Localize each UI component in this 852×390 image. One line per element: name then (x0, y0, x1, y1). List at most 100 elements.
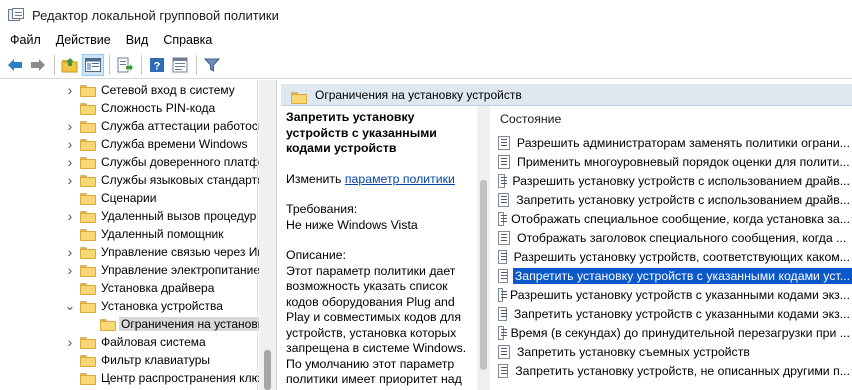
folder-icon (80, 102, 96, 115)
tree-item[interactable]: Удаленный помощник (0, 225, 260, 243)
chevron-right-icon[interactable]: › (64, 209, 76, 223)
policy-setting-icon (498, 306, 507, 321)
tree-item[interactable]: › Служба аттестации работоспособности (0, 117, 270, 135)
menu-help[interactable]: Справка (157, 33, 218, 47)
tree-item-label: Фильтр клавиатуры (101, 353, 210, 367)
edit-policy-link[interactable]: параметр политики (345, 172, 455, 186)
toolbar-separator (54, 54, 55, 75)
policy-row[interactable]: Время (в секундах) до принудительной пер… (492, 323, 852, 342)
tree-item[interactable]: › Служба времени Windows (0, 135, 260, 153)
policy-row[interactable]: Разрешить установку устройств, соответст… (492, 247, 852, 266)
folder-icon (80, 336, 96, 349)
policy-row[interactable]: Запретить установку устройств с указанны… (492, 266, 852, 285)
policy-row[interactable]: Запретить установку устройств с использо… (492, 190, 852, 209)
policy-row-label: Разрешить установку устройств с использо… (512, 173, 850, 188)
toolbar: ? (0, 51, 852, 79)
chevron-right-icon[interactable]: › (64, 173, 76, 187)
tree-item[interactable]: Ограничения на установку устройств (0, 315, 270, 333)
chevron-right-icon[interactable]: › (64, 137, 76, 151)
window-title: Редактор локальной групповой политики (32, 7, 279, 23)
details-header: Ограничения на установку устройств (281, 84, 852, 106)
policy-row[interactable]: Запретить установку устройств с указанны… (492, 304, 852, 323)
help-button[interactable]: ? (146, 54, 168, 76)
folder-icon (80, 138, 96, 151)
toolbar-separator (109, 54, 110, 75)
policy-row[interactable]: Применить многоуровневый порядок оценки … (492, 152, 852, 171)
tree-item[interactable]: › Управление электропитанием (0, 261, 268, 279)
pane-splitter[interactable] (276, 80, 280, 390)
tree-item[interactable]: › Управление связью через Интернет (0, 243, 270, 261)
column-header-label: Состояние (500, 112, 562, 126)
policy-row[interactable]: Запретить установку съемных устройств (492, 342, 852, 361)
folder-icon (80, 120, 96, 133)
chevron-right-icon[interactable]: › (64, 245, 76, 259)
column-header-state[interactable]: Состояние (492, 106, 852, 132)
settings-list: Состояние Разрешить администраторам заме… (492, 106, 852, 390)
folder-icon (80, 246, 96, 259)
tree-item[interactable]: › Службы языковых стандартов (0, 171, 270, 189)
tree-item[interactable]: Установка драйвера (0, 279, 260, 297)
policy-title: Запретить установку устройств с указанны… (286, 110, 437, 155)
filter-button[interactable] (201, 54, 223, 76)
description-scrollbar[interactable] (477, 106, 490, 390)
tree-item-label: Сценарии (101, 191, 157, 205)
tree-item[interactable]: Сложность PIN-кода (0, 99, 260, 117)
tree-item-label: Сетевой вход в систему (101, 83, 235, 97)
tree-item[interactable]: › Удаленный вызов процедур (0, 207, 260, 225)
export-list-icon (117, 57, 133, 72)
tree-scrollbar-thumb[interactable] (264, 350, 271, 390)
tree-item-label: Ограничения на установку устройств (119, 317, 270, 331)
forward-button[interactable] (27, 54, 49, 76)
description-panel: Запретить установку устройств с указанны… (286, 110, 476, 390)
folder-icon (80, 210, 96, 223)
policy-setting-icon (498, 287, 507, 302)
policy-row-label: Запретить установку съемных устройств (517, 344, 750, 359)
export-list-button[interactable] (114, 54, 136, 76)
chevron-right-icon[interactable]: › (64, 155, 76, 169)
menu-action[interactable]: Действие (50, 33, 117, 47)
policy-row-label: Запретить установку устройств, не описан… (515, 363, 850, 378)
policy-row[interactable]: Разрешить установку устройств с указанны… (492, 285, 852, 304)
policy-row[interactable]: Запретить установку устройств, не описан… (492, 361, 852, 380)
chevron-right-icon[interactable]: › (64, 263, 76, 277)
edit-line: Изменить параметр политики (286, 172, 476, 188)
policy-row[interactable]: Отображать специальное сообщение, когда … (492, 209, 852, 228)
tree-item-label: Службы языковых стандартов (101, 173, 270, 187)
show-hide-console-tree-button[interactable] (82, 53, 104, 76)
tree-item[interactable]: Центр распространения ключей (0, 369, 270, 387)
up-one-level-button[interactable] (59, 54, 81, 76)
properties-icon (172, 57, 188, 72)
folder-icon (80, 282, 96, 295)
folder-icon (80, 372, 96, 385)
policy-row[interactable]: Отображать заголовок специального сообще… (492, 228, 852, 247)
chevron-right-icon[interactable]: › (64, 83, 76, 97)
properties-button[interactable] (169, 54, 191, 76)
tree-item[interactable]: › Службы доверенного платформенного (0, 153, 270, 171)
tree-item[interactable]: › Сетевой вход в систему (0, 81, 260, 99)
tree-scrollbar[interactable] (259, 80, 276, 390)
toolbar-separator (141, 54, 142, 75)
up-folder-icon (61, 57, 78, 72)
chevron-down-icon[interactable]: ⌄ (64, 299, 76, 312)
policy-row[interactable]: Разрешить администраторам заменять полит… (492, 133, 852, 152)
tree-item-label: Удаленный помощник (101, 227, 224, 241)
tree-item-label: Управление связью через Интернет (101, 245, 270, 259)
chevron-right-icon[interactable]: › (64, 335, 76, 349)
policy-row[interactable]: Разрешить установку устройств с использо… (492, 171, 852, 190)
menu-file[interactable]: Файл (4, 33, 47, 47)
back-button[interactable] (4, 54, 26, 76)
folder-icon (80, 84, 96, 97)
description-scrollbar-thumb[interactable] (480, 180, 487, 370)
tree-item[interactable]: › Файловая система (0, 333, 260, 351)
menu-view[interactable]: Вид (120, 33, 155, 47)
tree-item-label: Служба аттестации работоспособности (101, 119, 270, 133)
tree-item[interactable]: ⌄ Установка устройства (0, 297, 260, 315)
chevron-right-icon[interactable]: › (64, 119, 76, 133)
folder-icon (100, 318, 116, 331)
policy-setting-icon (498, 268, 508, 283)
tree-item[interactable]: Сценарии (0, 189, 260, 207)
tree-item[interactable]: Фильтр клавиатуры (0, 351, 260, 369)
tree-item-label: Установка устройства (101, 299, 223, 313)
tree-item-label: Удаленный вызов процедур (101, 209, 257, 223)
tree-item-label: Службы доверенного платформенного (101, 155, 270, 169)
